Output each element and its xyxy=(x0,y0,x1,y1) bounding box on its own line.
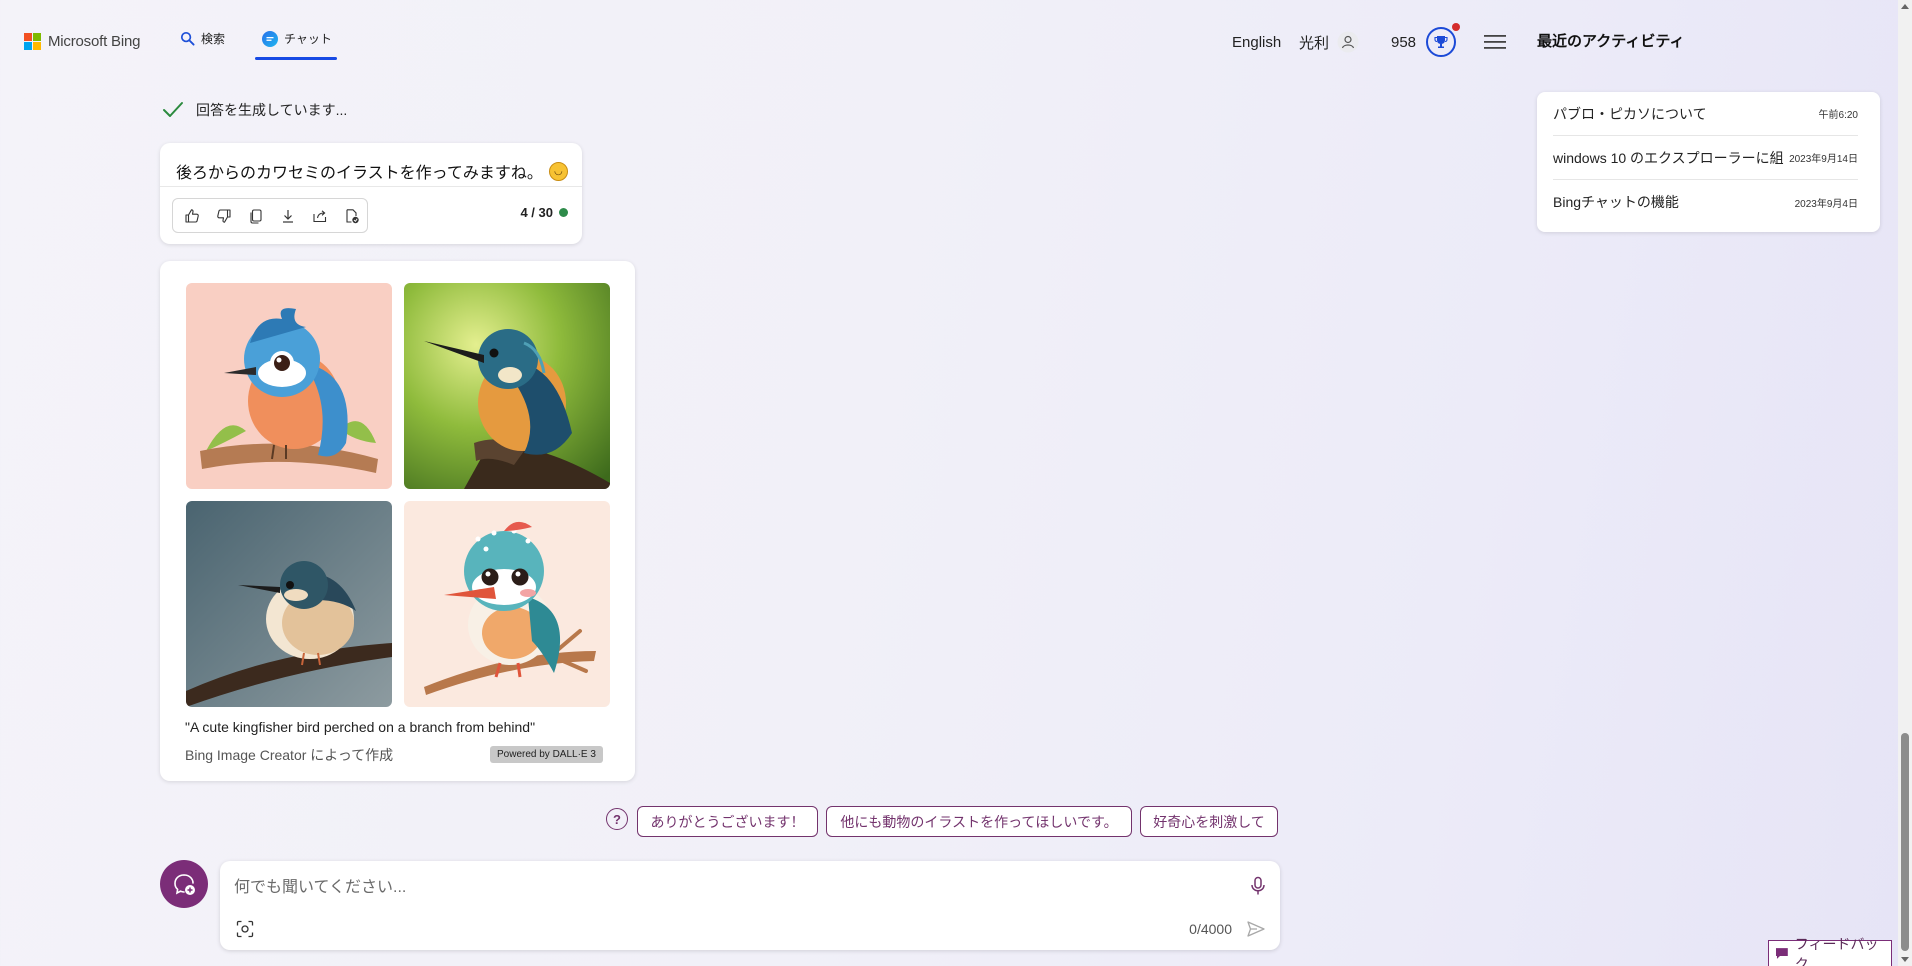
menu-icon xyxy=(1484,35,1506,49)
turn-count-text: 4 / 30 xyxy=(520,205,553,220)
notification-dot xyxy=(1452,23,1461,31)
dislike-button[interactable] xyxy=(209,201,239,231)
generated-image-2[interactable] xyxy=(404,283,610,489)
dislike-icon xyxy=(217,208,231,223)
image-search-icon xyxy=(236,920,254,938)
language-label: English xyxy=(1232,33,1282,51)
new-topic-icon xyxy=(174,874,195,895)
feedback-icon xyxy=(1775,948,1788,959)
copy-icon xyxy=(250,208,262,224)
response-actions xyxy=(172,198,368,233)
recent-item-date: 午前6:20 xyxy=(1818,110,1858,121)
export-button[interactable] xyxy=(337,201,367,231)
suggestion-chip[interactable]: ありがとうございます！ xyxy=(637,806,818,837)
status-dot xyxy=(559,208,568,217)
active-tab-indicator xyxy=(255,57,337,60)
tab-chat-label: チャット xyxy=(284,32,332,46)
microsoft-logo-icon xyxy=(24,33,41,50)
help-icon[interactable]: ? xyxy=(606,808,628,830)
bing-logo[interactable]: Microsoft Bing xyxy=(24,33,140,50)
recent-activity-title: 最近のアクティビティ xyxy=(1537,33,1685,50)
tab-chat[interactable]: チャット xyxy=(262,30,332,47)
microphone-button[interactable] xyxy=(1250,876,1266,901)
recent-item-date: 2023年9月14日 xyxy=(1789,154,1858,165)
header: Microsoft Bing 検索 チャット English 光利 958 xyxy=(0,0,1512,84)
user-icon xyxy=(1337,31,1359,53)
feedback-button[interactable]: フィードバック xyxy=(1768,936,1892,966)
scroll-up-icon[interactable] xyxy=(1901,4,1909,9)
dalle-badge: Powered by DALL·E 3 xyxy=(490,746,603,763)
chat-icon xyxy=(262,30,278,47)
download-icon xyxy=(283,209,293,223)
divider xyxy=(160,186,582,187)
image-creator-credit[interactable]: Bing Image Creator によって作成 xyxy=(185,745,393,765)
response-message: 後ろからのカワセミのイラストを作ってみますね。 ◡ xyxy=(176,153,568,189)
user-name: 光利 xyxy=(1299,34,1330,52)
smile-emoji-icon: ◡ xyxy=(548,161,568,181)
feedback-label: フィードバック xyxy=(1794,935,1879,966)
download-button[interactable] xyxy=(273,201,303,231)
recent-item-date: 2023年9月4日 xyxy=(1794,198,1858,210)
scroll-down-icon[interactable] xyxy=(1901,957,1909,962)
share-button[interactable] xyxy=(305,201,335,231)
tab-search-label: 検索 xyxy=(201,32,226,46)
like-button[interactable] xyxy=(177,201,207,231)
recent-activity-item[interactable]: パブロ・ピカソについて 午前6:20 xyxy=(1553,92,1858,136)
response-card: 後ろからのカワセミのイラストを作ってみますね。 ◡ 4 / 30 xyxy=(160,143,582,244)
recent-activity-item[interactable]: windows 10 のエクスプローラーに組 2023年9月14日 xyxy=(1553,136,1858,180)
recent-item-title: パブロ・ピカソについて xyxy=(1553,105,1707,122)
image-search-button[interactable] xyxy=(236,920,254,943)
like-icon xyxy=(185,208,199,223)
microphone-icon xyxy=(1251,876,1265,895)
scrollbar[interactable] xyxy=(1898,0,1912,966)
image-creator-card: "A cute kingfisher bird perched on a bra… xyxy=(160,261,635,781)
copy-button[interactable] xyxy=(241,201,271,231)
recent-item-title: Bingチャットの機能 xyxy=(1553,194,1679,210)
generation-status: 回答を生成しています... xyxy=(162,100,347,120)
turn-counter: 4 / 30 xyxy=(520,205,568,220)
language-toggle[interactable]: English xyxy=(1232,0,1281,84)
new-topic-button[interactable] xyxy=(160,860,208,908)
send-icon xyxy=(1247,921,1265,937)
export-icon xyxy=(346,208,359,223)
response-text: 後ろからのカワセミのイラストを作ってみますね。 xyxy=(176,165,543,182)
generated-image-3[interactable] xyxy=(186,501,392,707)
share-icon xyxy=(313,209,327,222)
rewards[interactable]: 958 xyxy=(1391,0,1461,84)
chat-composer: 0/4000 xyxy=(220,861,1280,950)
scroll-thumb[interactable] xyxy=(1901,733,1909,951)
recent-activity-list: パブロ・ピカソについて 午前6:20 windows 10 のエクスプローラーに… xyxy=(1537,92,1880,232)
user-account[interactable]: 光利 xyxy=(1299,0,1359,84)
send-button[interactable] xyxy=(1246,920,1266,943)
chat-input[interactable] xyxy=(234,873,1214,903)
recent-item-title: windows 10 のエクスプローラーに組 xyxy=(1553,149,1784,166)
status-text: 回答を生成しています... xyxy=(196,102,348,118)
menu-button[interactable] xyxy=(1484,0,1506,84)
tab-search[interactable]: 検索 xyxy=(180,30,225,47)
generated-image-1[interactable] xyxy=(186,283,392,489)
logo-text: Microsoft Bing xyxy=(48,33,141,50)
image-caption: "A cute kingfisher bird perched on a bra… xyxy=(185,719,536,735)
suggestion-chip[interactable]: 好奇心を刺激して xyxy=(1140,806,1278,837)
points-count: 958 xyxy=(1391,33,1417,51)
char-counter: 0/4000 xyxy=(1189,921,1232,937)
search-icon xyxy=(180,31,195,46)
suggestion-chip[interactable]: 他にも動物のイラストを作ってほしいです。 xyxy=(826,806,1132,837)
checkmark-icon xyxy=(163,102,183,117)
recent-activity-item[interactable]: Bingチャットの機能 2023年9月4日 xyxy=(1553,180,1858,224)
trophy-icon xyxy=(1426,23,1461,57)
generated-image-4[interactable] xyxy=(404,501,610,707)
